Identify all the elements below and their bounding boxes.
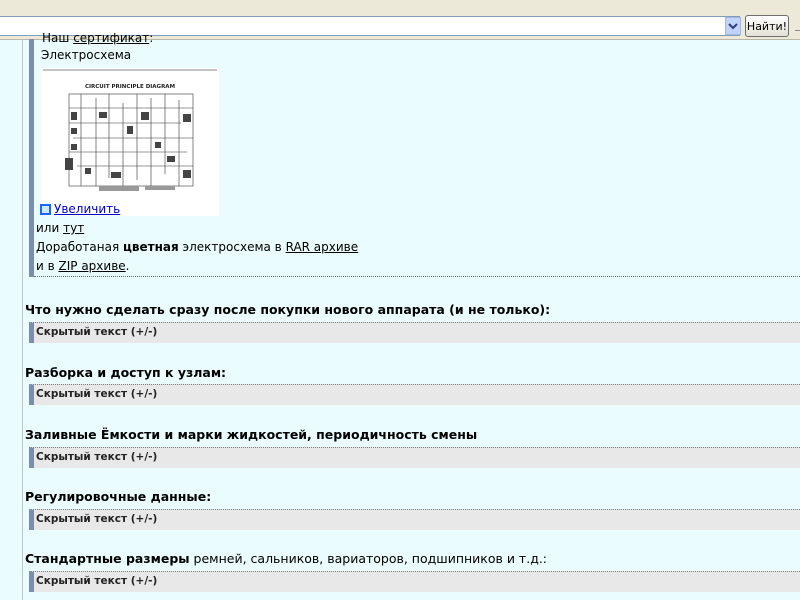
enlarge-link[interactable]: Увеличить (54, 202, 120, 216)
spoiler-toggle[interactable]: Скрытый текст (+/-) (29, 571, 800, 592)
spoiler-label: Скрытый текст (+/-) (36, 451, 158, 463)
section-title-adjustment: Регулировочные данные: (25, 489, 212, 504)
section-title-fluids: Заливные Ёмкости и марки жидкостей, пери… (25, 427, 478, 442)
find-button[interactable]: Найти! (745, 15, 789, 37)
section-title-standard-sizes: Стандартные размеры ремней, сальников, в… (25, 551, 548, 566)
section-title-after-purchase: Что нужно сделать сразу после покупки но… (25, 302, 551, 317)
spoiler-toggle[interactable]: Скрытый текст (+/-) (29, 447, 800, 468)
spoiler-label: Скрытый текст (+/-) (36, 388, 158, 400)
reworked-bold: цветная (123, 240, 179, 254)
certificate-link[interactable]: сертификат (73, 31, 149, 45)
period: . (125, 259, 130, 273)
schema-label: Электросхема (41, 48, 132, 62)
spoiler-label: Скрытый текст (+/-) (36, 513, 158, 525)
circuit-diagram-image[interactable]: CIRCUIT PRINCIPLE DIAGRAM (41, 68, 219, 216)
chevron-down-icon[interactable] (725, 17, 741, 35)
cert-suffix: : (149, 31, 154, 45)
here-link[interactable]: тут (63, 221, 84, 235)
zip-archive-link[interactable]: ZIP архиве (59, 259, 126, 273)
zip-line: и в ZIP архиве. (36, 259, 129, 273)
spoiler-toggle[interactable]: Скрытый текст (+/-) (29, 322, 800, 343)
enlarge-row: Увеличить (40, 202, 120, 216)
reworked-line: Доработаная цветная электросхема в RAR а… (36, 240, 358, 254)
diagram-caption: CIRCUIT PRINCIPLE DIAGRAM (85, 84, 175, 90)
rar-archive-link[interactable]: RAR архиве (286, 240, 359, 254)
certificate-line: Наш сертификат: (42, 31, 153, 45)
spoiler-toggle[interactable]: Скрытый текст (+/-) (29, 384, 800, 405)
reworked-mid: электросхема в (182, 240, 282, 254)
and-in-text: и в (36, 259, 55, 273)
spoiler-label: Скрытый текст (+/-) (36, 326, 158, 338)
zoom-icon[interactable] (40, 204, 51, 215)
divider (795, 30, 800, 31)
reworked-prefix: Доработаная (36, 240, 120, 254)
spoiler-label: Скрытый текст (+/-) (36, 575, 158, 587)
or-text: или (36, 221, 60, 235)
or-here-line: или тут (36, 221, 84, 235)
cert-prefix: Наш (42, 31, 70, 45)
divider (34, 276, 800, 277)
spoiler-toggle[interactable]: Скрытый текст (+/-) (29, 509, 800, 530)
section-title-disassembly: Разборка и доступ к узлам: (25, 365, 227, 380)
divider (22, 39, 23, 600)
